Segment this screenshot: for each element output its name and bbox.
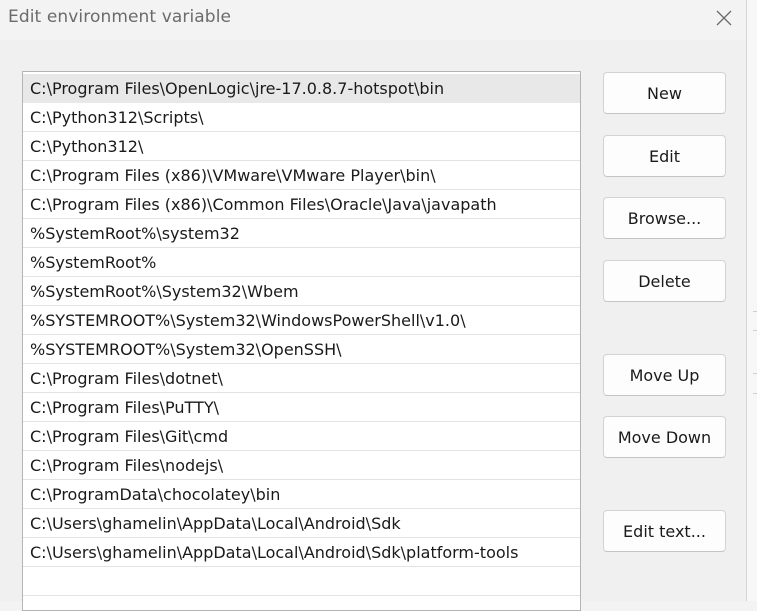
path-list-item[interactable]: %SYSTEMROOT%\System32\OpenSSH\ (23, 335, 580, 364)
path-list-item[interactable]: C:\Python312\ (23, 132, 580, 161)
path-list-item[interactable]: %SystemRoot% (23, 248, 580, 277)
path-list-item[interactable]: C:\Program Files\Git\cmd (23, 422, 580, 451)
edge-divider (753, 311, 757, 312)
path-list-item[interactable]: %SystemRoot%\system32 (23, 219, 580, 248)
title-bar: Edit environment variable (0, 0, 746, 40)
path-list-item[interactable]: %SYSTEMROOT%\System32\WindowsPowerShell\… (23, 306, 580, 335)
close-icon (716, 10, 732, 26)
path-list-item[interactable]: C:\Program Files (x86)\VMware\VMware Pla… (23, 161, 580, 190)
edit-environment-variable-dialog: Edit environment variable C:\Program Fil… (0, 0, 746, 611)
browse-button[interactable]: Browse... (603, 197, 726, 239)
move-up-button[interactable]: Move Up (603, 354, 726, 396)
path-list-item[interactable]: C:\Users\ghamelin\AppData\Local\Android\… (23, 538, 580, 567)
path-list-item[interactable]: C:\Program Files\dotnet\ (23, 364, 580, 393)
path-list[interactable]: C:\Program Files\OpenLogic\jre-17.0.8.7-… (22, 71, 581, 611)
edge-divider (753, 373, 757, 374)
delete-button[interactable]: Delete (603, 260, 726, 302)
close-button[interactable] (702, 0, 746, 36)
path-list-item[interactable]: C:\Program Files (x86)\Common Files\Orac… (23, 190, 580, 219)
edge-divider (753, 330, 757, 331)
edit-button[interactable]: Edit (603, 135, 726, 177)
path-list-item[interactable]: C:\ProgramData\chocolatey\bin (23, 480, 580, 509)
path-list-item[interactable]: %SystemRoot%\System32\Wbem (23, 277, 580, 306)
dialog-title: Edit environment variable (8, 7, 232, 27)
move-down-button[interactable]: Move Down (603, 416, 726, 458)
background-window-edge (746, 0, 757, 601)
edit-text-button[interactable]: Edit text... (603, 510, 726, 552)
edge-divider (753, 393, 757, 394)
path-list-item[interactable]: C:\Program Files\PuTTY\ (23, 393, 580, 422)
path-list-item[interactable]: C:\Python312\Scripts\ (23, 103, 580, 132)
path-list-item[interactable]: C:\Program Files\OpenLogic\jre-17.0.8.7-… (23, 74, 580, 103)
new-button[interactable]: New (603, 72, 726, 114)
path-list-item[interactable]: C:\Users\ghamelin\AppData\Local\Android\… (23, 509, 580, 538)
path-list-item[interactable] (23, 567, 580, 596)
path-list-item[interactable]: C:\Program Files\nodejs\ (23, 451, 580, 480)
